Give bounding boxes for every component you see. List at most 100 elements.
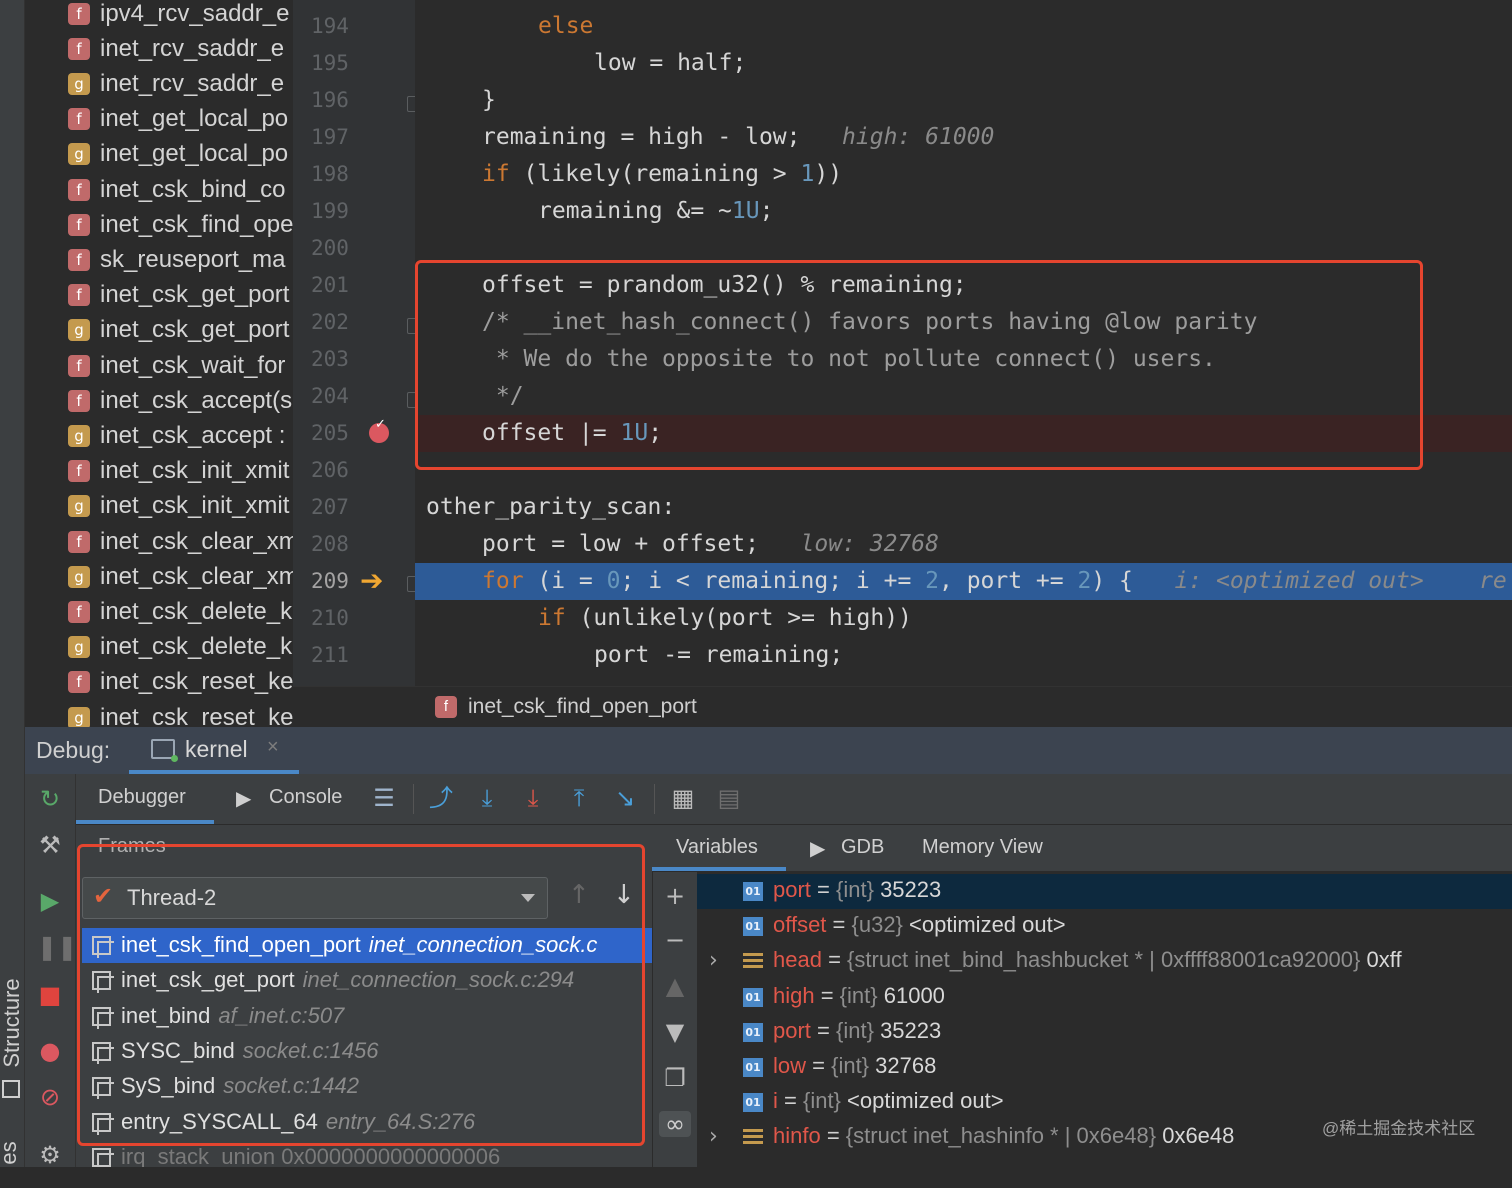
- structure-item[interactable]: f inet_csk_init_xmit: [25, 454, 293, 489]
- tab-debugger[interactable]: Debugger: [98, 786, 186, 809]
- line-number[interactable]: 207: [311, 495, 371, 519]
- structure-item[interactable]: g inet_rcv_saddr_e: [25, 66, 293, 101]
- pause-icon[interactable]: ❚❚: [37, 934, 77, 960]
- evaluate-expression-icon[interactable]: ▦: [670, 784, 696, 812]
- show-execution-point-icon[interactable]: ⤴: [428, 784, 454, 812]
- structure-item[interactable]: g inet_csk_clear_xm: [25, 559, 293, 594]
- line-number[interactable]: 205: [311, 421, 371, 445]
- copy-icon[interactable]: ❐: [662, 1065, 688, 1091]
- structure-tool-tab[interactable]: Structure: [0, 975, 25, 1071]
- line-number[interactable]: 196: [311, 88, 371, 112]
- structure-item[interactable]: f inet_csk_delete_k: [25, 594, 293, 629]
- variable-row[interactable]: 01 offset = {u32} <optimized out>: [697, 909, 1512, 944]
- structure-item[interactable]: g inet_csk_reset_ke: [25, 700, 293, 727]
- step-into-icon[interactable]: ⤓: [520, 784, 546, 812]
- rerun-icon[interactable]: ↻: [37, 786, 63, 812]
- step-over-icon[interactable]: ⤓: [474, 784, 500, 812]
- variable-name: head: [773, 947, 822, 973]
- line-number[interactable]: 194: [311, 14, 371, 38]
- chevron-right-icon[interactable]: ›: [709, 948, 718, 973]
- chevron-right-icon[interactable]: ›: [709, 1124, 718, 1149]
- structure-item[interactable]: f inet_get_local_po: [25, 102, 293, 137]
- code-line-208: port = low + offset; low: 32768: [482, 531, 939, 557]
- function-icon: f: [68, 37, 90, 60]
- structure-item[interactable]: f inet_csk_get_port: [25, 278, 293, 313]
- structure-item[interactable]: g inet_get_local_po: [25, 137, 293, 172]
- breakpoint-icon[interactable]: [369, 417, 389, 443]
- variable-row[interactable]: › head = {struct inet_bind_hashbucket * |…: [697, 944, 1512, 979]
- variable-row[interactable]: 01 high = {int} 61000: [697, 980, 1512, 1015]
- line-number[interactable]: 197: [311, 125, 371, 149]
- variable-type: {u32}: [851, 912, 903, 938]
- structure-item-label: inet_csk_get_port: [100, 281, 290, 309]
- structure-item[interactable]: f ipv4_rcv_saddr_e: [25, 0, 293, 31]
- structure-item[interactable]: f inet_csk_bind_co: [25, 172, 293, 207]
- step-out-icon[interactable]: ⤒: [566, 784, 592, 812]
- variable-row[interactable]: 01 low = {int} 32768: [697, 1050, 1512, 1085]
- global-variable-icon: g: [68, 495, 90, 518]
- running-indicator: [171, 755, 178, 762]
- tab-gdb[interactable]: GDB: [841, 836, 884, 859]
- settings-wrench-icon[interactable]: ⚒: [37, 832, 63, 858]
- bottom-tool-tab[interactable]: es: [0, 1118, 22, 1188]
- trace-icon[interactable]: ▤: [716, 784, 742, 812]
- line-number[interactable]: 198: [311, 162, 371, 186]
- code-highlight-box: [415, 260, 1423, 470]
- line-number[interactable]: 204: [311, 384, 371, 408]
- structure-item[interactable]: f inet_csk_clear_xm: [25, 524, 293, 559]
- line-number[interactable]: 203: [311, 347, 371, 371]
- variable-value: 61000: [883, 982, 945, 1008]
- structure-item[interactable]: g inet_csk_init_xmit: [25, 489, 293, 524]
- primitive-variable-icon: 01: [743, 1022, 763, 1042]
- structure-item[interactable]: g inet_csk_delete_k: [25, 630, 293, 665]
- primitive-variable-icon: 01: [743, 1093, 763, 1113]
- line-number[interactable]: 211: [311, 643, 371, 667]
- primitive-variable-icon: 01: [743, 1058, 763, 1077]
- equals-sign: =: [826, 912, 852, 938]
- tab-console[interactable]: Console: [269, 786, 342, 809]
- structure-item-label: inet_csk_reset_ke: [100, 668, 293, 696]
- structure-item[interactable]: f inet_csk_find_ope: [25, 207, 293, 242]
- debug-tool-window-header: Debug: kernel ×: [25, 727, 1512, 775]
- inline-watches-icon[interactable]: ∞: [659, 1111, 691, 1137]
- line-number[interactable]: 199: [311, 199, 371, 223]
- add-watch-icon[interactable]: +: [662, 883, 688, 909]
- session-name: kernel: [185, 736, 248, 762]
- breadcrumb-function[interactable]: inet_csk_find_open_port: [468, 695, 697, 719]
- stop-icon[interactable]: ■: [37, 982, 63, 1008]
- resume-icon[interactable]: ▶: [37, 888, 63, 914]
- layout-menu-icon[interactable]: ☰: [371, 784, 397, 812]
- line-number[interactable]: 201: [311, 273, 371, 297]
- variable-row[interactable]: 01 port = {int} 35223: [697, 1015, 1512, 1050]
- debug-session-tab[interactable]: kernel ×: [129, 727, 299, 774]
- structure-item[interactable]: f inet_csk_accept(s: [25, 383, 293, 418]
- variable-row[interactable]: 01 port = {int} 35223: [697, 874, 1512, 909]
- close-icon[interactable]: ×: [267, 736, 279, 759]
- structure-item[interactable]: f inet_csk_wait_for: [25, 348, 293, 383]
- move-down-icon[interactable]: ▼: [662, 1019, 688, 1045]
- view-breakpoints-icon[interactable]: ●: [37, 1038, 63, 1064]
- structure-item[interactable]: f inet_rcv_saddr_e: [25, 31, 293, 66]
- function-icon: f: [68, 354, 90, 377]
- mute-breakpoints-icon[interactable]: ⊘: [37, 1084, 63, 1110]
- tab-variables[interactable]: Variables: [676, 836, 758, 859]
- move-up-icon[interactable]: ▲: [662, 973, 688, 999]
- structure-item[interactable]: f inet_csk_reset_ke: [25, 665, 293, 700]
- variable-name: offset: [773, 912, 827, 938]
- line-number[interactable]: 202: [311, 310, 371, 334]
- line-number[interactable]: 208: [311, 532, 371, 556]
- tab-memory-view[interactable]: Memory View: [922, 836, 1043, 859]
- run-to-cursor-icon[interactable]: ↘: [612, 784, 638, 812]
- structure-tool-icon[interactable]: [2, 1080, 20, 1098]
- line-number[interactable]: 200: [311, 236, 371, 260]
- line-number[interactable]: 206: [311, 458, 371, 482]
- line-number[interactable]: 210: [311, 606, 371, 630]
- editor-gutter: 194 195 196 197 198 199 200 201 202 203 204 205 206 2…: [293, 0, 421, 686]
- gear-icon[interactable]: ⚙: [37, 1142, 63, 1168]
- line-number[interactable]: 195: [311, 51, 371, 75]
- remove-watch-icon[interactable]: −: [662, 927, 688, 953]
- structure-item-label: inet_csk_accept(s: [100, 386, 293, 414]
- structure-item[interactable]: f sk_reuseport_ma: [25, 242, 293, 277]
- structure-item[interactable]: g inet_csk_accept :: [25, 418, 293, 453]
- structure-item[interactable]: g inet_csk_get_port: [25, 313, 293, 348]
